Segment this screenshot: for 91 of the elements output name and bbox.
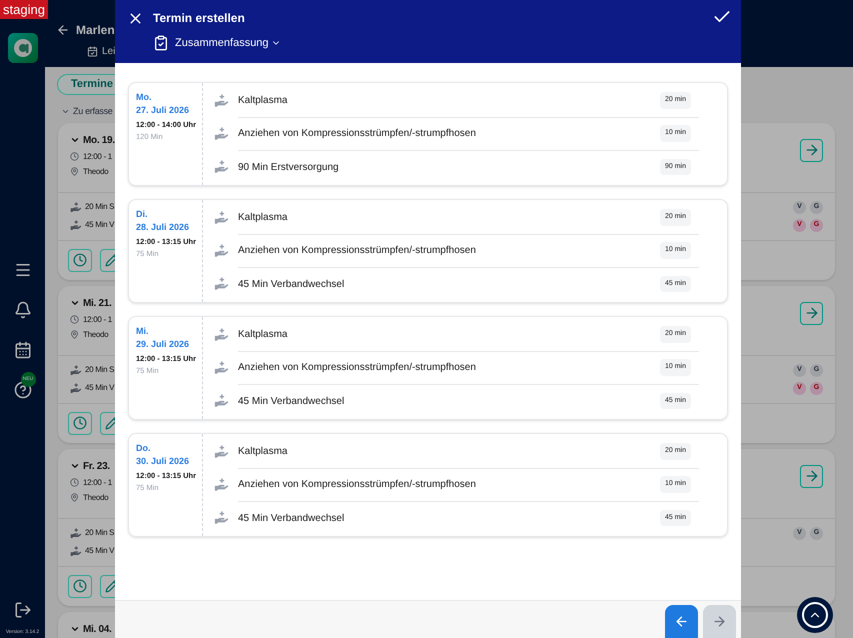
clock-icon (73, 579, 87, 593)
notification-icon[interactable] (14, 301, 32, 319)
patient-name: Marlen (76, 22, 115, 39)
weekday: Di. (136, 208, 149, 221)
service-name: Anziehen von Kompressionsstrümpfen/-strumpfhosen (238, 244, 476, 258)
back-icon[interactable] (56, 23, 70, 37)
menu-icon[interactable] (14, 261, 32, 279)
logo-icon (12, 38, 32, 58)
service-name: Kaltplasma (238, 94, 288, 108)
day-date: 30. Juli 2026 (136, 455, 190, 468)
arrow-right-icon (712, 614, 727, 629)
clock-icon (70, 315, 79, 324)
service-name: Kaltplasma (238, 445, 288, 459)
calendar-icon (87, 46, 98, 57)
chevron-icon[interactable] (70, 461, 80, 471)
day-date: 28. Juli 2026 (136, 221, 190, 234)
hand-plus-icon (70, 382, 81, 394)
hand-plus-icon (214, 277, 228, 291)
appointment-date: Mi. 21. (83, 296, 112, 310)
service-name: Anziehen von Kompressionsstrümpfen/-strumpfhosen (238, 127, 476, 141)
clock-icon (70, 478, 79, 487)
clock-icon (73, 253, 87, 267)
hand-plus-icon (214, 127, 228, 141)
back-button[interactable] (665, 605, 698, 638)
hand-plus-icon (70, 546, 81, 556)
appointment-place: Theodo (83, 492, 108, 504)
service-name: Kaltplasma (238, 211, 288, 225)
appointment-place: Theodo (83, 328, 108, 340)
location-icon (70, 493, 79, 502)
day-date: 27. Juli 2026 (136, 104, 190, 117)
appointment-date: Mo. 19. (83, 134, 115, 148)
logout-icon[interactable] (14, 600, 32, 618)
weekday: Do. (136, 442, 152, 455)
service-name: 45 Min Verbandwechsel (238, 278, 344, 292)
clock-icon (70, 152, 79, 161)
hand-plus-icon (70, 528, 81, 538)
hand-plus-icon (214, 478, 228, 492)
appointment-time: 12:00 - 1 (83, 314, 112, 326)
service-name: Anziehen von Kompressionsstrümpfen/-strumpfhosen (238, 361, 476, 375)
chevron-icon[interactable] (70, 135, 80, 145)
clock-icon (73, 416, 87, 430)
service-name: 90 Min Erstversorgung (238, 160, 339, 174)
hand-plus-icon (214, 511, 228, 525)
appointment-date: Fr. 23. (83, 460, 110, 474)
service-name: Kaltplasma (238, 328, 288, 342)
hand-plus-icon (70, 364, 81, 376)
location-icon (70, 167, 79, 176)
appointment-time: 12:00 - 1 (83, 476, 112, 488)
hand-plus-icon (214, 445, 228, 459)
step-dropdown[interactable]: Zusammenfassung (175, 35, 281, 52)
calendar-icon[interactable] (14, 341, 32, 359)
header-subtitle: Lei (102, 45, 116, 59)
service-label: 20 Min S (85, 364, 114, 376)
hand-plus-icon (214, 328, 228, 342)
clipboard-icon (153, 35, 169, 52)
service-label: 45 Min V (85, 545, 114, 557)
open-button[interactable] (800, 138, 823, 162)
hand-plus-icon (214, 394, 228, 408)
time-button[interactable] (68, 248, 92, 272)
service-name: 45 Min Verbandwechsel (238, 394, 344, 408)
service-label: 45 Min V (85, 219, 114, 231)
appointment-time: 12:00 - 1 (83, 150, 112, 162)
open-button[interactable] (800, 302, 823, 324)
service-name: Anziehen von Kompressionsstrümpfen/-strumpfhosen (238, 478, 476, 492)
location-icon (70, 330, 79, 339)
environment-badge: staging (0, 0, 48, 19)
service-name: 45 Min Verbandwechsel (238, 512, 344, 526)
time-button[interactable] (68, 412, 92, 434)
service-label: 20 Min S (85, 527, 114, 539)
chevron-icon[interactable] (70, 624, 80, 634)
chevron-icon[interactable] (70, 298, 80, 308)
app-logo[interactable] (8, 33, 38, 63)
section-label: Zu erfasse (73, 105, 113, 118)
modal-title: Termin erstellen (153, 10, 245, 27)
hand-plus-icon (214, 211, 228, 225)
help-icon[interactable] (14, 381, 32, 399)
weekday: Mo. (136, 91, 152, 104)
hand-plus-icon (214, 160, 228, 174)
day-date: 29. Juli 2026 (136, 338, 190, 351)
time-button[interactable] (68, 574, 92, 598)
appointment-place: Theodo (83, 166, 108, 178)
service-label: 45 Min V (85, 382, 114, 394)
hand-plus-icon (214, 244, 228, 258)
weekday: Mi. (136, 325, 150, 338)
hand-plus-icon (214, 361, 228, 375)
appointment-date: Mi. 04. (83, 622, 112, 636)
service-label: 20 Min S (85, 201, 114, 213)
hand-plus-icon (214, 94, 228, 108)
open-button[interactable] (800, 464, 823, 488)
hand-plus-icon (70, 220, 81, 230)
hand-plus-icon (70, 202, 81, 212)
